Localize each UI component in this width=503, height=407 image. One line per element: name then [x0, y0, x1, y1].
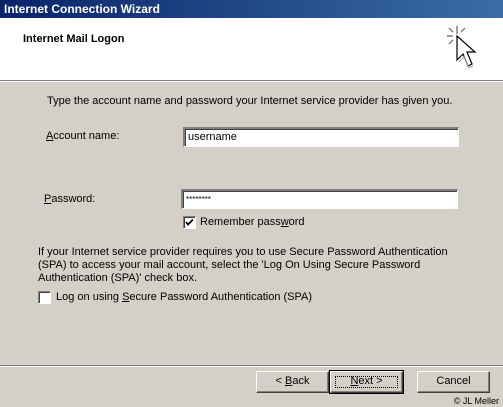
back-button-label: < Back — [275, 375, 310, 387]
spa-description-line: (SPA) to access your mail account, selec… — [38, 259, 421, 271]
next-button-label: Next > — [350, 375, 383, 387]
back-button[interactable]: < Back — [256, 371, 329, 393]
remember-password-label[interactable]: Remember password — [200, 216, 305, 228]
password-label: Password: — [44, 193, 96, 205]
cancel-button[interactable]: Cancel — [417, 371, 490, 393]
window-title: Internet Connection Wizard — [4, 2, 160, 16]
spa-description: If your Internet service provider requir… — [38, 246, 458, 285]
spa-description-line: If your Internet service provider requir… — [38, 246, 448, 258]
title-bar[interactable]: Internet Connection Wizard — [0, 0, 503, 18]
next-button[interactable]: Next > — [329, 370, 404, 394]
footer-separator-highlight — [0, 366, 503, 367]
page-title: Internet Mail Logon — [23, 33, 125, 45]
wizard-window: Internet Connection Wizard Internet Mail… — [0, 0, 503, 407]
account-name-input[interactable]: username — [183, 127, 459, 147]
remember-password-checkbox[interactable] — [183, 216, 196, 229]
spa-description-line: Authentication (SPA)' check box. — [38, 272, 198, 284]
copyright-text: © JL Meller — [453, 396, 499, 406]
checkmark-icon — [185, 218, 194, 226]
account-name-label: Account name: — [46, 130, 120, 142]
wizard-header: Internet Mail Logon — [0, 18, 503, 82]
spa-checkbox[interactable] — [38, 291, 51, 304]
password-input[interactable]: ******** — [181, 189, 458, 209]
cancel-button-label: Cancel — [436, 375, 471, 387]
wizard-cursor-icon — [447, 26, 477, 69]
intro-text: Type the account name and password your … — [47, 95, 453, 107]
spa-checkbox-label[interactable]: Log on using Secure Password Authenticat… — [56, 291, 312, 303]
